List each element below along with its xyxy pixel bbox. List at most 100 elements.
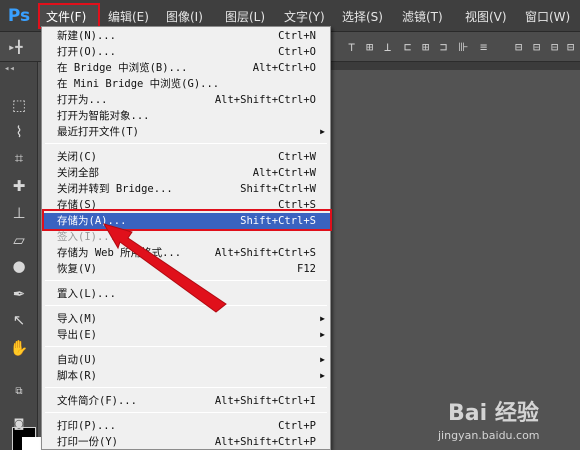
align-top-icon[interactable]: ⊤	[348, 40, 355, 54]
menu-item-new[interactable]: 新建(N)... Ctrl+N	[42, 28, 330, 44]
menu-item-shortcut: Alt+Ctrl+W	[252, 167, 316, 179]
menu-separator	[45, 280, 327, 281]
menu-item-open[interactable]: 打开(O)... Ctrl+O	[42, 44, 330, 60]
submenu-arrow-icon: ▶	[320, 371, 325, 380]
marquee-tool-icon[interactable]: ⬚	[9, 95, 29, 115]
menu-item-shortcut: Alt+Shift+Ctrl+S	[214, 247, 316, 259]
menu-item-label: 新建(N)...	[57, 30, 116, 42]
tools-panel: ◂◂ ⬚ ⌇ ⌗ ✚ ⊥ ▱ ● ✒ ↖ ✋ ⧉ ◙	[0, 62, 42, 450]
quick-mask-icon[interactable]: ◙	[9, 414, 29, 434]
menu-separator	[45, 346, 327, 347]
menu-item-label: 打印一份(Y)	[57, 436, 118, 448]
swap-colors-icon[interactable]: ⧉	[9, 382, 29, 402]
menu-item-revert[interactable]: 恢复(V) F12	[42, 261, 330, 277]
menu-item-automate[interactable]: 自动(U) ▶	[42, 352, 330, 368]
file-dropdown-menu: 新建(N)... Ctrl+N 打开(O)... Ctrl+O 在 Bridge 中…	[41, 26, 331, 450]
menu-item-label: 置入(L)...	[57, 288, 116, 300]
menu-item-label: 脚本(R)	[57, 370, 97, 382]
menu-item-label: 打开为...	[57, 94, 108, 106]
menu-item-label: 打开(O)...	[57, 46, 116, 58]
menu-item-shortcut: Alt+Shift+Ctrl+O	[214, 94, 316, 106]
photoshop-logo: Ps	[7, 6, 31, 26]
submenu-arrow-icon: ▶	[320, 355, 325, 364]
menu-item-file-info[interactable]: 文件简介(F)... Alt+Shift+Ctrl+I	[42, 393, 330, 409]
crop-tool-icon[interactable]: ⌗	[9, 148, 29, 168]
menu-item-browse-bridge[interactable]: 在 Bridge 中浏览(B)... Alt+Ctrl+O	[42, 60, 330, 76]
menu-item-shortcut: Alt+Shift+Ctrl+P	[214, 436, 316, 448]
path-selection-icon[interactable]: ↖	[9, 310, 29, 330]
menu-edit[interactable]: 编辑(E)	[108, 8, 149, 26]
menu-window[interactable]: 窗口(W)	[525, 8, 570, 26]
menu-separator	[45, 305, 327, 306]
menu-item-shortcut: Ctrl+P	[278, 420, 316, 432]
distribute-icon-2[interactable]: ≡	[480, 40, 487, 54]
save-as-highlight-box	[42, 209, 332, 231]
menu-item-label: 关闭并转到 Bridge...	[57, 183, 173, 195]
menu-item-place[interactable]: 置入(L)...	[42, 286, 330, 302]
menu-item-label: 文件简介(F)...	[57, 395, 137, 407]
collapse-icon[interactable]: ◂◂	[4, 64, 15, 74]
menu-item-print[interactable]: 打印(P)... Ctrl+P	[42, 418, 330, 434]
menu-item-open-as-smart-object[interactable]: 打开为智能对象...	[42, 108, 330, 124]
watermark-logo: Bai 经验	[448, 401, 539, 426]
menu-item-label: 导出(E)	[57, 329, 97, 341]
menu-item-label: 恢复(V)	[57, 263, 97, 275]
menu-item-export[interactable]: 导出(E) ▶	[42, 327, 330, 343]
move-tool-icon[interactable]: ▸╋	[8, 40, 22, 54]
menu-item-check-in: 签入(I)...	[42, 229, 330, 245]
menu-type[interactable]: 文字(Y)	[284, 8, 325, 26]
align-left-icon[interactable]: ⊏	[404, 40, 411, 54]
distribute-horizontal-icon-2[interactable]: ⊟	[533, 40, 540, 54]
menu-item-label: 存储为 Web 所用格式...	[57, 247, 182, 259]
menu-item-open-recent[interactable]: 最近打开文件(T) ▶	[42, 124, 330, 140]
menu-item-scripts[interactable]: 脚本(R) ▶	[42, 368, 330, 384]
menu-file[interactable]: 文件(F)	[46, 8, 86, 26]
menu-item-shortcut: Shift+Ctrl+W	[240, 183, 316, 195]
align-right-icon[interactable]: ⊐	[440, 40, 447, 54]
menu-item-shortcut: Alt+Shift+Ctrl+I	[214, 395, 316, 407]
align-hcenter-icon[interactable]: ⊞	[422, 40, 429, 54]
menu-view[interactable]: 视图(V)	[465, 8, 507, 26]
pen-tool-icon[interactable]: ✒	[9, 284, 29, 304]
menu-item-browse-mini-bridge[interactable]: 在 Mini Bridge 中浏览(G)...	[42, 76, 330, 92]
menu-item-print-one-copy[interactable]: 打印一份(Y) Alt+Shift+Ctrl+P	[42, 434, 330, 450]
healing-brush-icon[interactable]: ✚	[9, 176, 29, 196]
menu-item-label: 自动(U)	[57, 354, 97, 366]
menu-layer[interactable]: 图层(L)	[225, 8, 265, 26]
menu-filter[interactable]: 滤镜(T)	[402, 8, 443, 26]
menu-item-shortcut: F12	[297, 263, 316, 275]
menu-separator	[45, 412, 327, 413]
menu-select[interactable]: 选择(S)	[342, 8, 383, 26]
clone-stamp-icon[interactable]: ⊥	[9, 203, 29, 223]
lasso-tool-icon[interactable]: ⌇	[9, 122, 29, 142]
menu-item-save-for-web[interactable]: 存储为 Web 所用格式... Alt+Shift+Ctrl+S	[42, 245, 330, 261]
menu-item-open-as[interactable]: 打开为... Alt+Shift+Ctrl+O	[42, 92, 330, 108]
distribute-horizontal-icon-3[interactable]: ⊟	[551, 40, 558, 54]
menu-item-shortcut: Ctrl+W	[278, 151, 316, 163]
menu-item-import[interactable]: 导入(M) ▶	[42, 311, 330, 327]
blur-tool-icon[interactable]: ●	[9, 256, 29, 276]
panel-header	[330, 62, 580, 70]
menu-item-shortcut: Ctrl+N	[278, 30, 316, 42]
menu-separator	[45, 387, 327, 388]
menu-separator	[45, 143, 327, 144]
eraser-tool-icon[interactable]: ▱	[9, 230, 29, 250]
menu-item-label: 导入(M)	[57, 313, 97, 325]
hand-tool-icon[interactable]: ✋	[9, 338, 29, 358]
background-color-swatch[interactable]	[22, 437, 42, 450]
align-bottom-icon[interactable]: ⊥	[384, 40, 391, 54]
distribute-icon[interactable]: ⊪	[458, 40, 468, 54]
menu-item-label: 打开为智能对象...	[57, 110, 150, 122]
workspace-area	[330, 62, 580, 450]
menu-item-label: 最近打开文件(T)	[57, 126, 139, 138]
menu-item-shortcut: Alt+Ctrl+O	[252, 62, 316, 74]
menu-item-close[interactable]: 关闭(C) Ctrl+W	[42, 149, 330, 165]
menu-image[interactable]: 图像(I)	[166, 8, 203, 26]
menu-item-label: 签入(I)...	[57, 231, 116, 243]
align-vcenter-icon[interactable]: ⊞	[366, 40, 373, 54]
distribute-horizontal-icon-4[interactable]: ⊟	[567, 40, 574, 54]
distribute-horizontal-icon[interactable]: ⊟	[515, 40, 522, 54]
menu-item-close-go-bridge[interactable]: 关闭并转到 Bridge... Shift+Ctrl+W	[42, 181, 330, 197]
menu-item-close-all[interactable]: 关闭全部 Alt+Ctrl+W	[42, 165, 330, 181]
menu-item-shortcut: Ctrl+O	[278, 46, 316, 58]
